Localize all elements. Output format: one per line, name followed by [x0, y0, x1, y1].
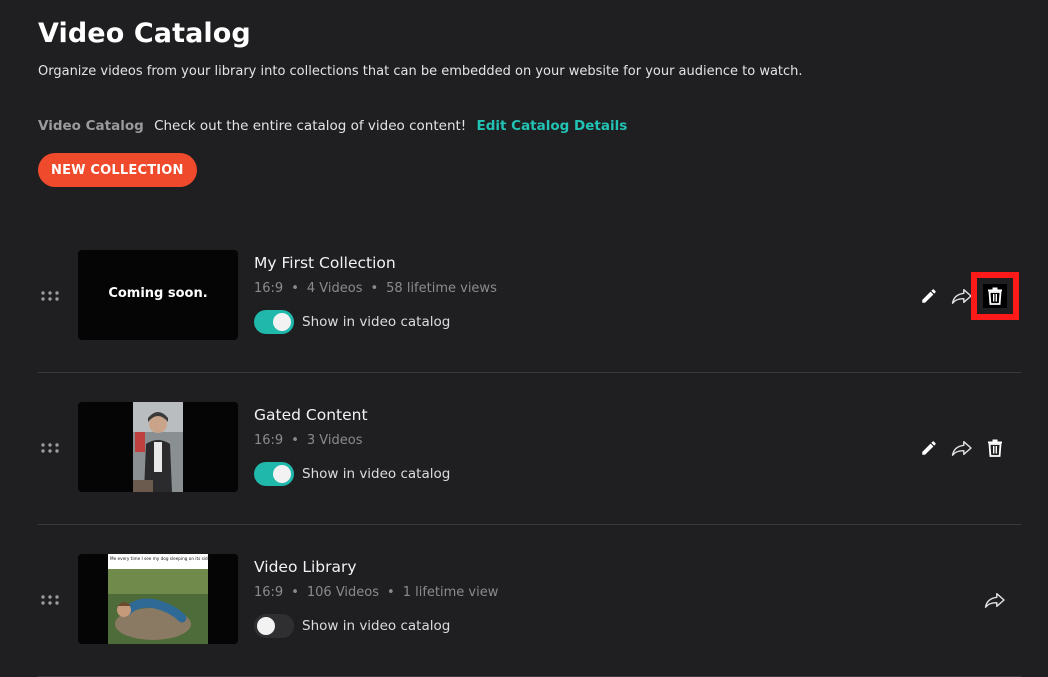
collection-row: Me every time I see my dog sleeping on i… — [38, 524, 1021, 677]
pencil-icon — [922, 289, 936, 303]
thumbnail-text: Coming soon. — [108, 286, 208, 301]
video-count: 3 Videos — [306, 433, 363, 448]
share-button[interactable] — [950, 284, 974, 308]
thumbnail-caption: Me every time I see my dog sleeping on i… — [110, 556, 212, 561]
collection-meta: 16:9 • 3 Videos — [254, 433, 363, 448]
toggle-knob — [257, 617, 275, 635]
trash-icon — [988, 439, 1002, 457]
delete-button[interactable] — [983, 436, 1007, 460]
show-in-catalog-label: Show in video catalog — [302, 314, 451, 330]
collection-info: Gated Content 16:9 • 3 Videos Show in vide… — [254, 406, 450, 486]
share-button[interactable] — [950, 436, 974, 460]
share-icon — [951, 440, 972, 456]
lifetime-views: 58 lifetime views — [386, 281, 497, 296]
row-actions — [974, 588, 1007, 612]
delete-button[interactable] — [971, 272, 1019, 320]
collection-name: Video Library — [254, 558, 357, 576]
new-collection-button[interactable]: NEW COLLECTION — [38, 153, 197, 187]
edit-catalog-details-link[interactable]: Edit Catalog Details — [477, 118, 628, 134]
page-title: Video Catalog — [38, 18, 251, 49]
collection-meta: 16:9 • 4 Videos • 58 lifetime views — [254, 281, 497, 296]
share-icon — [984, 592, 1005, 608]
show-in-catalog-label: Show in video catalog — [302, 618, 451, 634]
video-count: 4 Videos — [306, 281, 363, 296]
page-subtitle: Organize videos from your library into c… — [38, 64, 803, 79]
aspect-ratio: 16:9 — [254, 433, 284, 448]
row-actions — [908, 436, 1007, 460]
trash-icon — [988, 287, 1002, 305]
aspect-ratio: 16:9 — [254, 281, 284, 296]
drag-handle-icon[interactable] — [41, 595, 59, 605]
collection-thumbnail[interactable]: Me every time I see my dog sleeping on i… — [78, 554, 238, 644]
collection-name: My First Collection — [254, 254, 396, 272]
share-icon — [951, 288, 972, 304]
collection-row: Gated Content 16:9 • 3 Videos Show in vide… — [38, 372, 1021, 525]
collection-meta: 16:9 • 106 Videos • 1 lifetime view — [254, 585, 499, 600]
aspect-ratio: 16:9 — [254, 585, 284, 600]
toggle-knob — [273, 465, 291, 483]
collection-row: Coming soon. My First Collection 16:9 • 4 … — [38, 220, 1021, 373]
collection-info: My First Collection 16:9 • 4 Videos • 58 lif… — [254, 254, 497, 334]
catalog-description: Check out the entire catalog of video co… — [154, 118, 467, 134]
drag-handle-icon[interactable] — [41, 443, 59, 453]
show-in-catalog-toggle[interactable] — [254, 310, 294, 334]
video-count: 106 Videos — [306, 585, 380, 600]
catalog-label: Video Catalog — [38, 118, 144, 134]
lifetime-views: 1 lifetime view — [402, 585, 499, 600]
row-actions — [908, 272, 1019, 320]
show-in-catalog-toggle[interactable] — [254, 462, 294, 486]
toggle-knob — [273, 313, 291, 331]
catalog-info: Video Catalog Check out the entire catal… — [38, 118, 627, 134]
pencil-icon — [922, 441, 936, 455]
show-in-catalog-toggle[interactable] — [254, 614, 294, 638]
collection-info: Video Library 16:9 • 106 Videos • 1 lifetime… — [254, 558, 498, 638]
meme-video-thumbnail: Me every time I see my dog sleeping on i… — [78, 554, 238, 644]
edit-button[interactable] — [917, 284, 941, 308]
show-in-catalog-label: Show in video catalog — [302, 466, 451, 482]
collection-thumbnail[interactable] — [78, 402, 238, 492]
edit-button[interactable] — [917, 436, 941, 460]
collection-thumbnail[interactable]: Coming soon. — [78, 250, 238, 340]
share-button[interactable] — [983, 588, 1007, 612]
collection-name: Gated Content — [254, 406, 368, 424]
person-video-thumbnail — [78, 402, 238, 492]
drag-handle-icon[interactable] — [41, 291, 59, 301]
